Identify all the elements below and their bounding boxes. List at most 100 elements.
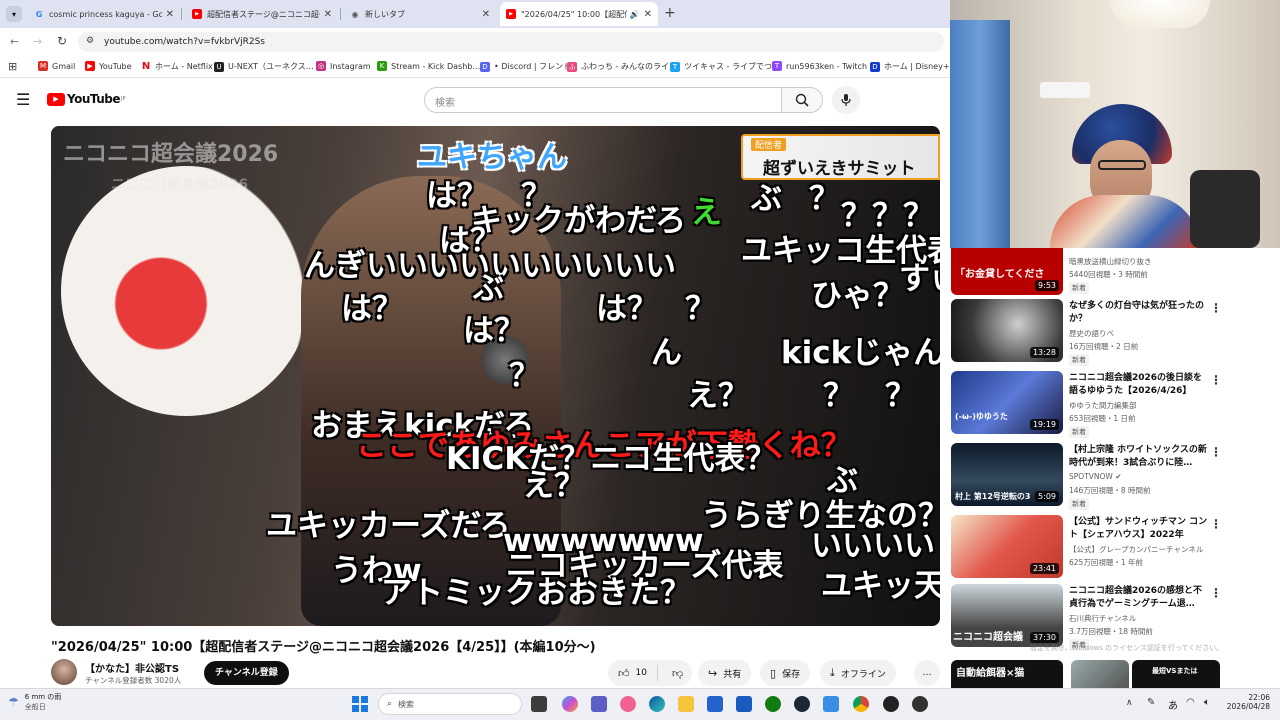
recommendation-title[interactable]: 【村上宗隆 ホワイトソックスの新時代が到来！3試合ぶりに陸…: [1069, 444, 1209, 470]
tab-google[interactable]: G cosmic princess kaguya - Goog ✕: [28, 2, 180, 26]
more-options-icon[interactable]: ⋮: [1210, 301, 1222, 315]
steam-icon[interactable]: [794, 696, 810, 712]
download-button[interactable]: ⤓ オフライン: [820, 660, 896, 686]
pen-icon[interactable]: ✎: [1147, 697, 1155, 708]
folder-icon[interactable]: [678, 696, 694, 712]
forward-icon[interactable]: →: [33, 35, 42, 48]
bottom-thumbnail[interactable]: 自動給餌器×猫: [951, 660, 1063, 688]
youtube-logo[interactable]: ▶ YouTube JP: [47, 92, 126, 106]
bookmark-unext[interactable]: U U-NEXT（ユーネクス…: [214, 61, 314, 72]
video-thumbnail[interactable]: (-ω-)ゆゆうた 19:19: [951, 371, 1063, 434]
wifi-icon[interactable]: ◠: [1186, 697, 1195, 708]
close-tab-icon[interactable]: ✕: [324, 9, 332, 20]
recommendation-title[interactable]: なぜ多くの灯台守は気が狂ったのか？: [1069, 300, 1209, 326]
chrome-icon[interactable]: [853, 696, 869, 712]
ime-indicator[interactable]: あ: [1168, 697, 1178, 712]
back-icon[interactable]: ←: [10, 35, 19, 48]
recommendation-item[interactable]: ニコニコ超会議 37:30 ニコニコ超会議2026の感想と不貞行為でゲーミングチ…: [951, 584, 1231, 652]
video-thumbnail[interactable]: 23:41: [951, 515, 1063, 578]
close-tab-icon[interactable]: ✕: [482, 9, 490, 20]
channel-name[interactable]: 【かなた】非公認TS: [85, 660, 179, 675]
bookmark-discord[interactable]: D • Discord | フレンド: [480, 61, 571, 72]
bookmark-fuwatch[interactable]: ふふわっち - みんなのライ…: [567, 61, 677, 72]
menu-icon[interactable]: ☰: [16, 90, 30, 109]
bookmark-twitcasting[interactable]: T ツイキャス - ライブでつ…: [670, 61, 780, 72]
recommendation-title[interactable]: ニコニコ超会議2026の感想と不貞行為でゲーミングチーム退…: [1069, 585, 1209, 611]
taskbar-search[interactable]: ⌕ 検索: [378, 693, 522, 715]
bookmark-kick[interactable]: K Stream - Kick Dashb…: [377, 61, 480, 71]
more-options-icon[interactable]: ⋮: [1210, 517, 1222, 531]
close-tab-icon[interactable]: ✕: [644, 9, 652, 20]
more-options-icon[interactable]: ⋮: [1210, 586, 1222, 600]
weather-widget[interactable]: ☂ 6 mm の雨 全般日: [8, 692, 61, 712]
video-player[interactable]: ニコニコ超会議2026 ニコニコ超会議2026 ユキちゃん 配信者 超ずいえきサ…: [51, 126, 940, 626]
app-icon-pink[interactable]: [620, 696, 636, 712]
media-player-icon[interactable]: [883, 696, 899, 712]
tab-list-dropdown-icon[interactable]: ▾: [6, 6, 22, 22]
more-icon: …: [922, 668, 932, 678]
tab-new[interactable]: ◉ 新しいタブ ✕: [344, 2, 496, 26]
bottom-thumbnail[interactable]: 最短VSまたは: [1132, 660, 1220, 688]
tray-chevron-icon[interactable]: ∧: [1126, 698, 1133, 708]
app-icon-blue[interactable]: [823, 696, 839, 712]
recommendation-meta: 653回視聴・1 日前: [1069, 414, 1136, 423]
video-thumbnail[interactable]: ニコニコ超会議 37:30: [951, 584, 1063, 647]
edge-icon[interactable]: [649, 696, 665, 712]
windows-start-icon[interactable]: [352, 696, 368, 712]
recommendation-channel[interactable]: 暗黒放送横山緑切り抜き: [1069, 256, 1152, 267]
comment: は？: [596, 291, 658, 327]
search-input[interactable]: 検索: [424, 87, 782, 113]
tab-niconico[interactable]: ▶ 超配信者ステージ@ニコニコ超会議 ✕: [186, 2, 338, 26]
bottom-thumbnail[interactable]: [1071, 660, 1129, 688]
xbox-icon[interactable]: [765, 696, 781, 712]
voice-search-button[interactable]: [832, 86, 860, 114]
subscribe-button[interactable]: チャンネル登録: [204, 661, 289, 685]
volume-icon[interactable]: 🔈︎: [1204, 697, 1210, 708]
more-options-icon[interactable]: ⋮: [1210, 445, 1222, 459]
recommendation-title[interactable]: ニコニコ超会議2026の後日談を語るゆゆうた【2026/4/26】: [1069, 372, 1209, 398]
apps-grid-icon[interactable]: ⊞: [8, 60, 17, 73]
recommendation-channel[interactable]: ゆゆうた間力編集部: [1069, 400, 1137, 411]
bookmark-gmail[interactable]: M Gmail: [38, 61, 75, 71]
site-info-icon[interactable]: ⚙: [86, 36, 94, 46]
recommendation-title[interactable]: 【公式】サンドウィッチマン コント【シェアハウス】2022年: [1069, 516, 1209, 542]
url-text[interactable]: youtube.com/watch?v=fvkbrVjR2Ss: [104, 37, 265, 47]
tab-active-video[interactable]: ▶ "2026/04/25" 10:00【超配信 🔊 ✕: [500, 2, 658, 26]
windows-activation-watermark: 設定を開き、Windows のライセンス認証を行ってください。: [1030, 644, 1224, 652]
more-actions-button[interactable]: …: [914, 660, 940, 686]
recommendation-item[interactable]: 13:28 なぜ多くの灯台守は気が狂ったのか？ 歴史の語りベ 16万回視聴・2 …: [951, 299, 1231, 367]
recommendation-item[interactable]: (-ω-)ゆゆうた 19:19 ニコニコ超会議2026の後日談を語るゆゆうた【2…: [951, 371, 1231, 439]
recommendation-item[interactable]: 村上 第12号逆転の3 5:09 【村上宗隆 ホワイトソックスの新時代が到来！3…: [951, 443, 1231, 511]
search-button[interactable]: [781, 87, 823, 113]
close-tab-icon[interactable]: ✕: [166, 9, 174, 20]
recommendation-channel[interactable]: 【公式】グレープカンパニーチャンネル: [1069, 544, 1203, 555]
new-badge: 新着: [1069, 426, 1089, 438]
dislike-button[interactable]: 👎︎: [664, 667, 691, 680]
more-options-icon[interactable]: ⋮: [1210, 373, 1222, 387]
store-icon[interactable]: [707, 696, 723, 712]
video-thumbnail[interactable]: 村上 第12号逆転の3 5:09: [951, 443, 1063, 506]
recommendation-channel[interactable]: SPOTVNOW ✔: [1069, 472, 1122, 481]
word-icon[interactable]: [736, 696, 752, 712]
video-thumbnail[interactable]: 13:28: [951, 299, 1063, 362]
teams-icon[interactable]: [591, 696, 607, 712]
bookmark-youtube[interactable]: ▶ YouTube: [85, 61, 132, 71]
new-tab-button[interactable]: +: [664, 5, 676, 21]
share-button[interactable]: ↪ 共有: [698, 660, 752, 686]
app-icon-dark[interactable]: [912, 696, 928, 712]
copilot-icon[interactable]: [562, 696, 578, 712]
audio-playing-icon[interactable]: 🔊: [630, 10, 640, 19]
recommendation-channel[interactable]: 歴史の語りベ: [1069, 328, 1114, 339]
bookmark-twitch[interactable]: Trun5963ken - Twitch: [772, 61, 867, 71]
like-button[interactable]: 👍︎ 10: [608, 665, 658, 681]
taskview-icon[interactable]: [531, 696, 547, 712]
recommendation-item[interactable]: 23:41 【公式】サンドウィッチマン コント【シェアハウス】2022年 【公式…: [951, 515, 1231, 583]
reload-icon[interactable]: ↻: [57, 34, 67, 48]
bookmark-netflix[interactable]: N ホーム - Netflix: [141, 61, 213, 72]
webcam-chair: [1190, 170, 1260, 248]
save-button[interactable]: ▯ 保存: [760, 660, 811, 686]
recommendation-channel[interactable]: 石川典行チャンネル: [1069, 613, 1136, 624]
channel-avatar[interactable]: [51, 659, 77, 685]
clock[interactable]: 22:06 2026/04/28: [1222, 693, 1270, 711]
bookmark-instagram[interactable]: ◎ Instagram: [316, 61, 371, 71]
